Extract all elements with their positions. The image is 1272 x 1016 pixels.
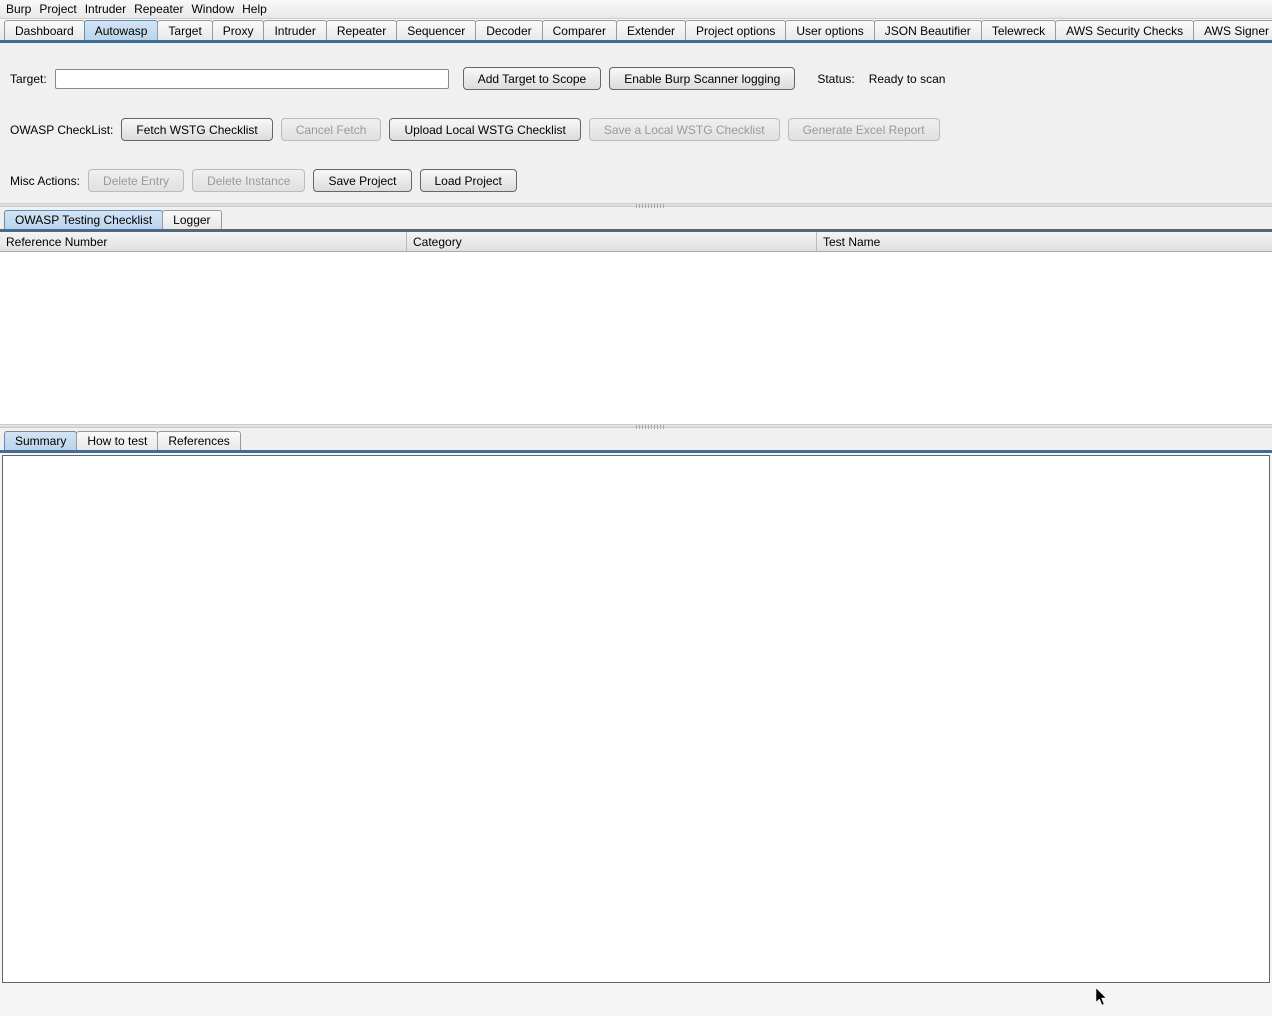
load-project-button[interactable]: Load Project xyxy=(420,169,517,192)
detail-tab-bar: Summary How to test References xyxy=(0,428,1272,453)
tab-how-to-test[interactable]: How to test xyxy=(76,431,158,450)
tab-intruder[interactable]: Intruder xyxy=(263,20,326,40)
generate-excel-button: Generate Excel Report xyxy=(788,118,940,141)
tab-extender[interactable]: Extender xyxy=(616,20,686,40)
tab-aws-security-checks[interactable]: AWS Security Checks xyxy=(1055,20,1194,40)
save-project-button[interactable]: Save Project xyxy=(313,169,411,192)
tab-user-options[interactable]: User options xyxy=(785,20,874,40)
owasp-checklist-label: OWASP CheckList: xyxy=(10,123,113,137)
tab-json-beautifier[interactable]: JSON Beautifier xyxy=(874,20,982,40)
menubar: Burp Project Intruder Repeater Window He… xyxy=(0,0,1272,19)
status-value: Ready to scan xyxy=(869,72,946,86)
menu-repeater[interactable]: Repeater xyxy=(134,2,183,16)
splitter-bottom[interactable] xyxy=(0,424,1272,428)
tab-owasp-testing-checklist[interactable]: OWASP Testing Checklist xyxy=(4,210,163,229)
enable-logging-button[interactable]: Enable Burp Scanner logging xyxy=(609,67,795,90)
config-panel: Target: Add Target to Scope Enable Burp … xyxy=(0,43,1272,203)
tab-logger[interactable]: Logger xyxy=(162,210,221,229)
tab-sequencer[interactable]: Sequencer xyxy=(396,20,476,40)
add-target-button[interactable]: Add Target to Scope xyxy=(463,67,602,90)
tab-summary[interactable]: Summary xyxy=(4,431,77,450)
tab-decoder[interactable]: Decoder xyxy=(475,20,542,40)
splitter-top[interactable] xyxy=(0,203,1272,207)
cancel-fetch-button: Cancel Fetch xyxy=(281,118,382,141)
tab-aws-signer[interactable]: AWS Signer xyxy=(1193,20,1272,40)
mid-tab-bar: OWASP Testing Checklist Logger xyxy=(0,207,1272,232)
checklist-table-body xyxy=(0,252,1272,424)
menu-project[interactable]: Project xyxy=(39,2,76,16)
checklist-table-header: Reference Number Category Test Name xyxy=(0,232,1272,252)
fetch-wstg-button[interactable]: Fetch WSTG Checklist xyxy=(121,118,272,141)
menu-window[interactable]: Window xyxy=(191,2,234,16)
col-category[interactable]: Category xyxy=(407,232,817,251)
menu-burp[interactable]: Burp xyxy=(6,2,31,16)
menu-intruder[interactable]: Intruder xyxy=(85,2,126,16)
tab-autowasp[interactable]: Autowasp xyxy=(84,20,159,40)
col-reference-number[interactable]: Reference Number xyxy=(0,232,407,251)
delete-instance-button: Delete Instance xyxy=(192,169,305,192)
tab-proxy[interactable]: Proxy xyxy=(212,20,265,40)
upload-wstg-button[interactable]: Upload Local WSTG Checklist xyxy=(389,118,580,141)
detail-content xyxy=(2,455,1270,983)
menu-help[interactable]: Help xyxy=(242,2,267,16)
target-label: Target: xyxy=(10,72,47,86)
status-label: Status: xyxy=(817,72,854,86)
col-test-name[interactable]: Test Name xyxy=(817,232,1272,251)
tab-dashboard[interactable]: Dashboard xyxy=(4,20,85,40)
tab-target[interactable]: Target xyxy=(157,20,212,40)
tab-project-options[interactable]: Project options xyxy=(685,20,786,40)
delete-entry-button: Delete Entry xyxy=(88,169,184,192)
tab-comparer[interactable]: Comparer xyxy=(542,20,617,40)
save-wstg-button: Save a Local WSTG Checklist xyxy=(589,118,780,141)
tab-references[interactable]: References xyxy=(157,431,240,450)
cursor-icon xyxy=(1096,988,1108,1006)
tab-repeater[interactable]: Repeater xyxy=(326,20,397,40)
target-input[interactable] xyxy=(55,69,449,89)
tab-telewreck[interactable]: Telewreck xyxy=(981,20,1056,40)
app-tab-bar: Dashboard Autowasp Target Proxy Intruder… xyxy=(0,19,1272,43)
misc-actions-label: Misc Actions: xyxy=(10,174,80,188)
